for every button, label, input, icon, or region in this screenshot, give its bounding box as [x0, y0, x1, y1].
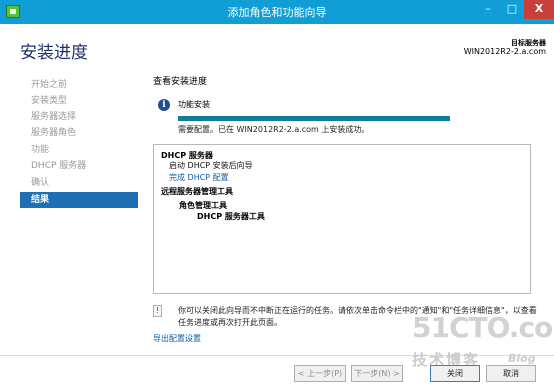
step-confirmation[interactable]: 确认 [20, 175, 138, 191]
export-configuration-link[interactable]: 导出配置设置 [153, 333, 201, 344]
section-title: 查看安装进度 [153, 77, 208, 87]
close-button[interactable]: X [524, 0, 554, 19]
cancel-button[interactable]: 取消 [486, 365, 536, 382]
maximize-button[interactable]: □ [500, 0, 524, 19]
close-wizard-button[interactable]: 关闭 [430, 365, 480, 382]
minimize-button[interactable]: – [476, 0, 500, 19]
step-dhcp-server[interactable]: DHCP 服务器 [20, 158, 138, 174]
result-item-rsat: 远程服务器管理工具 [161, 187, 233, 196]
next-button[interactable]: 下一步(N) > [351, 365, 403, 382]
destination-server-name: WIN2012R2-2.a.com [463, 47, 546, 56]
watermark-blog: Blog [508, 352, 536, 365]
note-icon [153, 305, 162, 317]
feature-installation-label: 功能安装 [178, 100, 210, 109]
installation-status-message: 需要配置。已在 WIN2012R2-2.a.com 上安装成功。 [178, 125, 370, 134]
step-before-you-begin[interactable]: 开始之前 [20, 77, 138, 93]
results-list: DHCP 服务器 启动 DHCP 安装后向导 完成 DHCP 配置 远程服务器管… [153, 144, 531, 294]
result-item-dhcp-server-tools: DHCP 服务器工具 [197, 212, 265, 221]
step-installation-type[interactable]: 安装类型 [20, 93, 138, 109]
complete-dhcp-configuration-link[interactable]: 完成 DHCP 配置 [169, 172, 229, 183]
step-server-roles[interactable]: 服务器角色 [20, 125, 138, 141]
result-item-launch-dhcp-wizard: 启动 DHCP 安装后向导 [169, 161, 253, 170]
watermark-logo: 51CTO.com [412, 311, 554, 344]
previous-button[interactable]: < 上一步(P) [294, 365, 346, 382]
window-title: 添加角色和功能向导 [227, 6, 327, 19]
progress-bar-fill [178, 116, 450, 121]
step-results[interactable]: 结果 [20, 192, 138, 208]
step-server-selection[interactable]: 服务器选择 [20, 109, 138, 125]
result-item-role-admin-tools: 角色管理工具 [179, 201, 227, 210]
step-features[interactable]: 功能 [20, 142, 138, 158]
info-icon: i [158, 99, 170, 111]
page-title: 安装进度 [20, 43, 88, 63]
progress-bar [178, 116, 450, 121]
